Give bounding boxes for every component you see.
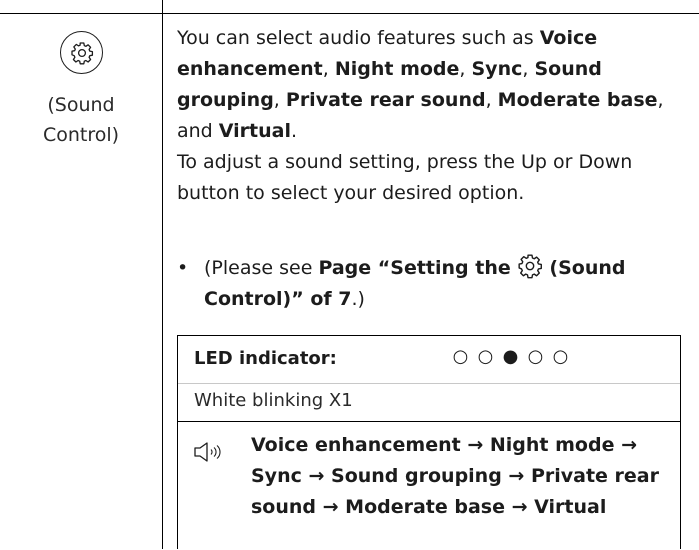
- sep: ,: [273, 89, 286, 111]
- bullet-dot: •: [177, 257, 189, 279]
- led-dots: ○ ○ ● ○ ○: [448, 346, 573, 367]
- led-dot-5: ○: [552, 346, 569, 367]
- sound-control-label: (Sound Control): [0, 90, 162, 150]
- reference-text: (Please see Page “Setting the (Sound Con…: [204, 253, 654, 315]
- features-paragraph: You can select audio features such as Vo…: [177, 23, 677, 147]
- gear-icon: [70, 41, 93, 64]
- description: You can select audio features such as Vo…: [177, 23, 677, 209]
- led-indicator-table: LED indicator: ○ ○ ● ○ ○ White blinking X1 V…: [177, 335, 681, 549]
- sep: ,: [322, 58, 335, 80]
- text: (Please see: [204, 257, 319, 279]
- led-dot-3: ●: [502, 346, 519, 367]
- speaker-icon: [194, 442, 221, 462]
- period: .: [291, 120, 298, 142]
- sep: ,: [459, 58, 472, 80]
- led-dot-1: ○: [452, 346, 469, 367]
- feature-moderate-base: Moderate base: [497, 89, 658, 111]
- label-line-2: Control): [42, 124, 120, 146]
- column-divider: [162, 14, 163, 549]
- led-indicator-label: LED indicator:: [194, 348, 337, 369]
- table-top-border: [0, 13, 699, 14]
- voice-guide-row: Voice enhancement → Night mode → Sync → …: [178, 422, 680, 550]
- feature-virtual: Virtual: [218, 120, 291, 142]
- text: .): [351, 288, 365, 310]
- feature-sync: Sync: [471, 58, 523, 80]
- feature-night-mode: Night mode: [334, 58, 460, 80]
- led-header-row: LED indicator: ○ ○ ● ○ ○: [178, 336, 680, 384]
- gear-icon: [518, 254, 543, 279]
- page-reference-link[interactable]: Page “Setting the: [318, 257, 517, 279]
- column-divider-top: [162, 0, 163, 14]
- voice-sequence-text: Voice enhancement → Night mode → Sync → …: [251, 434, 659, 518]
- label-line-1: (Sound: [47, 94, 115, 116]
- led-dot-2: ○: [477, 346, 494, 367]
- led-status-text: White blinking X1: [194, 390, 353, 411]
- feature-private-rear-sound: Private rear sound: [285, 89, 486, 111]
- sound-control-button-icon: [60, 31, 103, 74]
- sep: ,: [485, 89, 498, 111]
- sep: ,: [522, 58, 535, 80]
- led-dot-4: ○: [527, 346, 544, 367]
- instruction-paragraph: To adjust a sound setting, press the Up …: [177, 151, 633, 204]
- led-status-row: White blinking X1: [178, 383, 680, 422]
- text: You can select audio features such as: [177, 27, 540, 49]
